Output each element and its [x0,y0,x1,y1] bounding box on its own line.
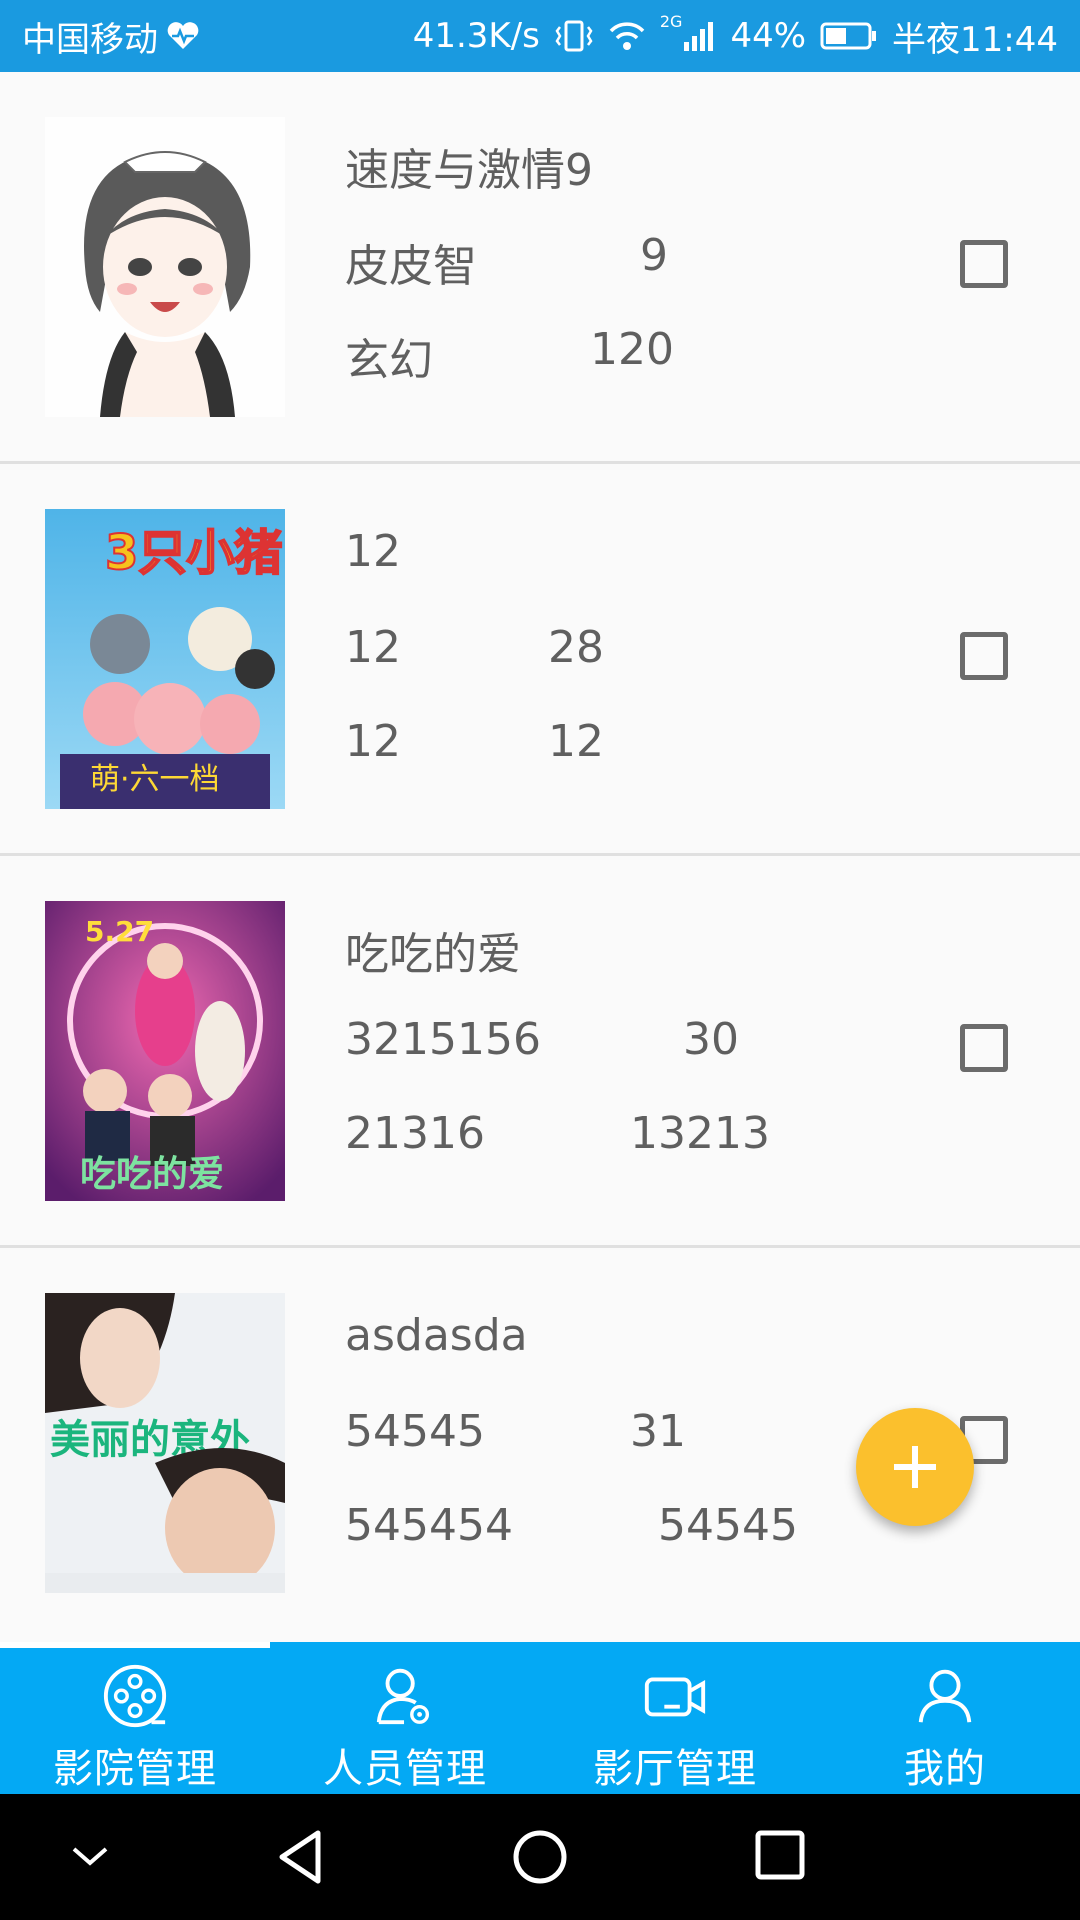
system-nav-bar [0,1794,1080,1920]
tab-label: 我的 [904,1746,986,1792]
select-checkbox[interactable] [960,240,1008,288]
tab-hall-management[interactable]: 影厅管理 [540,1642,810,1794]
tab-label: 人员管理 [323,1746,487,1792]
add-button[interactable] [856,1408,974,1526]
row2: 3215156 30 [345,1014,739,1065]
list-item[interactable]: 5.27 吃吃的爱 吃吃的爱 3215156 30 21316 13213 [0,856,1080,1248]
row2: 12 28 [345,622,604,673]
poster-image: 美丽的意外 [45,1293,285,1593]
row2: 皮皮智 9 [345,230,668,294]
chevron-down-icon[interactable] [68,1839,112,1873]
movie-list: 速度与激情9 皮皮智 9 玄幻 120 3只小猪2 [0,72,1080,1640]
user-settings-icon [376,1668,430,1725]
row3: 545454 54545 [345,1500,798,1551]
row3-left: 21316 [345,1108,485,1159]
poster-image [45,117,285,417]
tab-staff-management[interactable]: 人员管理 [270,1642,540,1794]
row3-left: 12 [345,716,401,767]
svg-text:3只小猪2: 3只小猪2 [105,525,285,581]
movie-title: 12 [345,526,401,577]
svg-text:萌·六一档: 萌·六一档 [90,762,220,797]
row3-left: 545454 [345,1500,513,1551]
select-checkbox[interactable] [960,632,1008,680]
movie-title: 速度与激情9 [345,145,593,196]
film-reel-icon [103,1664,167,1728]
poster-image: 5.27 吃吃的爱 [45,901,285,1201]
anime-girl-image [45,117,285,417]
poster-image: 3只小猪2 萌·六一档 [45,509,285,809]
svg-text:吃吃的爱: 吃吃的爱 [80,1154,224,1195]
signal-icon [684,22,714,51]
battery-percent: 44% [730,16,807,56]
list-item[interactable]: 3只小猪2 萌·六一档 12 12 28 12 12 [0,464,1080,856]
select-checkbox[interactable] [960,1024,1008,1072]
recents-icon[interactable] [752,1827,808,1883]
tab-me[interactable]: 我的 [810,1642,1080,1794]
row2-right: 31 [630,1406,686,1457]
row3-right: 13213 [630,1108,770,1159]
row3: 12 12 [345,716,604,767]
movie-title: asdasda [345,1310,528,1361]
network-type: 2G [659,12,683,31]
row2: 54545 31 [345,1406,686,1457]
plus-icon [894,1446,936,1488]
tab-cinema-management[interactable]: 影院管理 [0,1642,270,1794]
svg-text:5.27: 5.27 [85,915,154,948]
person-icon [918,1669,972,1723]
row3-right: 120 [590,324,674,375]
battery-icon [820,22,877,50]
bottom-nav: 影院管理 人员管理 影厅管理 我的 [0,1642,1080,1794]
row2-left: 皮皮智 [345,241,477,292]
network-speed: 41.3K/s [412,16,540,56]
wifi-icon [609,22,645,50]
row2-left: 3215156 [345,1014,541,1065]
home-icon[interactable] [510,1827,570,1887]
status-bar: 中国移动 41.3K/s 2G 44% 半夜11:44 [0,0,1080,72]
back-icon[interactable] [274,1827,324,1887]
row3-right: 12 [548,716,604,767]
clock: 半夜11:44 [892,19,1058,60]
movie-title: 吃吃的爱 [345,929,521,980]
row3: 玄幻 120 [345,324,674,388]
row3-left: 玄幻 [345,335,433,386]
row2-right: 30 [683,1014,739,1065]
tab-label: 影厅管理 [593,1746,757,1792]
tab-label: 影院管理 [53,1746,217,1792]
row2-right: 9 [640,230,668,281]
row2-right: 28 [548,622,604,673]
movie-poster-couple: 美丽的意外 [45,1293,285,1593]
vibrate-icon [555,20,593,52]
row3-right: 54545 [658,1500,798,1551]
carrier-label: 中国移动 [22,19,158,60]
movie-poster-pink: 5.27 吃吃的爱 [45,901,285,1201]
list-item[interactable]: 速度与激情9 皮皮智 9 玄幻 120 [0,72,1080,464]
row2-left: 12 [345,622,401,673]
cartoon-pigs-poster: 3只小猪2 萌·六一档 [45,509,285,809]
row3: 21316 13213 [345,1108,770,1159]
video-camera-icon [644,1677,706,1717]
heart-pulse-icon [167,22,199,49]
row2-left: 54545 [345,1406,485,1457]
